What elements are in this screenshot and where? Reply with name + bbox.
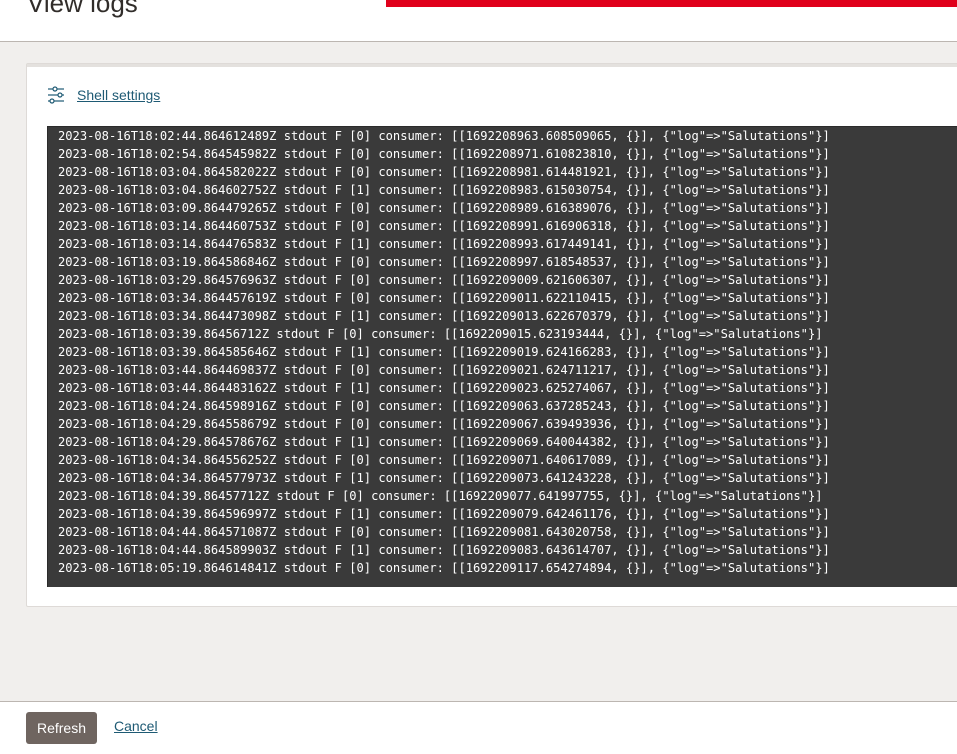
shell-settings-link[interactable]: Shell settings: [47, 86, 160, 104]
log-line: 2023-08-16T18:04:29.864578676Z stdout F …: [58, 435, 830, 449]
log-line: 2023-08-16T18:02:44.864612489Z stdout F …: [58, 129, 830, 143]
log-line: 2023-08-16T18:03:39.864585646Z stdout F …: [58, 345, 830, 359]
log-line: 2023-08-16T18:03:44.864469837Z stdout F …: [58, 363, 830, 377]
log-line: 2023-08-16T18:03:29.864576963Z stdout F …: [58, 273, 830, 287]
log-line: 2023-08-16T18:02:54.864545982Z stdout F …: [58, 147, 830, 161]
log-line: 2023-08-16T18:04:34.864556252Z stdout F …: [58, 453, 830, 467]
log-line: 2023-08-16T18:04:29.864558679Z stdout F …: [58, 417, 830, 431]
log-line: 2023-08-16T18:03:04.864582022Z stdout F …: [58, 165, 830, 179]
shell-settings-label[interactable]: Shell settings: [77, 87, 160, 103]
log-line: 2023-08-16T18:05:19.864614841Z stdout F …: [58, 561, 830, 575]
log-line: 2023-08-16T18:03:19.864586846Z stdout F …: [58, 255, 830, 269]
log-line: 2023-08-16T18:04:39.864596997Z stdout F …: [58, 507, 830, 521]
log-line: 2023-08-16T18:04:24.864598916Z stdout F …: [58, 399, 830, 413]
log-line: 2023-08-16T18:03:14.864476583Z stdout F …: [58, 237, 830, 251]
log-line: 2023-08-16T18:03:04.864602752Z stdout F …: [58, 183, 830, 197]
log-line: 2023-08-16T18:03:09.864479265Z stdout F …: [58, 201, 830, 215]
log-line: 2023-08-16T18:03:39.86456712Z stdout F […: [58, 327, 823, 341]
page-footer: Refresh Cancel: [0, 701, 957, 754]
page-header: View logs: [0, 0, 957, 42]
log-line: 2023-08-16T18:04:34.864577973Z stdout F …: [58, 471, 830, 485]
panel-top-border: [27, 64, 957, 67]
cancel-link[interactable]: Cancel: [114, 718, 158, 734]
refresh-button[interactable]: Refresh: [26, 712, 97, 744]
sliders-icon: [47, 86, 65, 104]
log-line: 2023-08-16T18:04:39.86457712Z stdout F […: [58, 489, 823, 503]
log-line: 2023-08-16T18:03:14.864460753Z stdout F …: [58, 219, 830, 233]
log-line: 2023-08-16T18:04:44.864571087Z stdout F …: [58, 525, 830, 539]
log-line: 2023-08-16T18:03:34.864457619Z stdout F …: [58, 291, 830, 305]
alert-bar: [386, 0, 957, 7]
log-line: 2023-08-16T18:03:44.864483162Z stdout F …: [58, 381, 830, 395]
page-title: View logs: [27, 0, 138, 18]
log-console[interactable]: 2023-08-16T18:02:44.864612489Z stdout F …: [47, 126, 957, 587]
log-line: 2023-08-16T18:03:34.864473098Z stdout F …: [58, 309, 830, 323]
log-line: 2023-08-16T18:04:44.864589903Z stdout F …: [58, 543, 830, 557]
